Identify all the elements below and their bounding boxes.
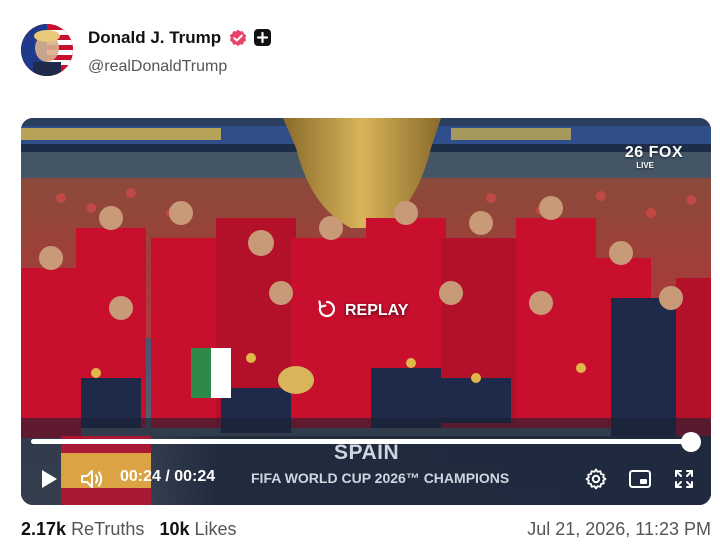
- likes-link[interactable]: 10k Likes: [159, 519, 236, 539]
- retruths-link[interactable]: 2.17k ReTruths: [21, 519, 149, 539]
- post-stats: 2.17k ReTruths 10k Likes: [21, 519, 237, 540]
- verified-icon: [229, 29, 247, 47]
- fullscreen-button[interactable]: [673, 468, 695, 490]
- retruths-count: 2.17k: [21, 519, 67, 539]
- live-tag: LIVE: [636, 161, 654, 170]
- fullscreen-icon: [673, 468, 695, 490]
- likes-count: 10k: [159, 519, 190, 539]
- retruths-label: ReTruths: [71, 519, 145, 539]
- replay-button[interactable]: REPLAY: [317, 298, 408, 324]
- network-logo: 26 FOX: [624, 144, 683, 161]
- pip-button[interactable]: [628, 469, 652, 489]
- post-timestamp[interactable]: Jul 21, 2026, 11:23 PM: [527, 519, 711, 540]
- likes-label: Likes: [194, 519, 237, 539]
- replay-label: REPLAY: [345, 302, 409, 319]
- play-button[interactable]: [39, 468, 59, 490]
- subscription-icon: [254, 29, 271, 46]
- volume-button[interactable]: [79, 467, 105, 491]
- picture-in-picture-icon: [628, 469, 652, 489]
- replay-icon: [317, 299, 337, 324]
- video-player[interactable]: SPAIN FIFA WORLD CUP 2026™ CHAMPIONS 26 …: [21, 118, 711, 505]
- gear-icon: [585, 468, 607, 490]
- volume-icon: [79, 467, 105, 491]
- progress-fill: [31, 432, 701, 452]
- lower-third-subtitle: FIFA WORLD CUP 2026™ CHAMPIONS: [251, 470, 510, 486]
- avatar[interactable]: [21, 24, 73, 76]
- settings-button[interactable]: [585, 468, 607, 490]
- lower-third-country: SPAIN: [334, 441, 400, 464]
- progress-bar[interactable]: [31, 432, 701, 452]
- user-handle[interactable]: @realDonaldTrump: [88, 58, 227, 76]
- post-card: Donald J. Trump @realDonaldTrump SPAIN F…: [0, 0, 720, 555]
- play-icon: [39, 468, 59, 490]
- display-name[interactable]: Donald J. Trump: [88, 28, 221, 48]
- time-display: 00:24 / 00:24: [120, 468, 216, 485]
- progress-thumb[interactable]: [681, 432, 701, 452]
